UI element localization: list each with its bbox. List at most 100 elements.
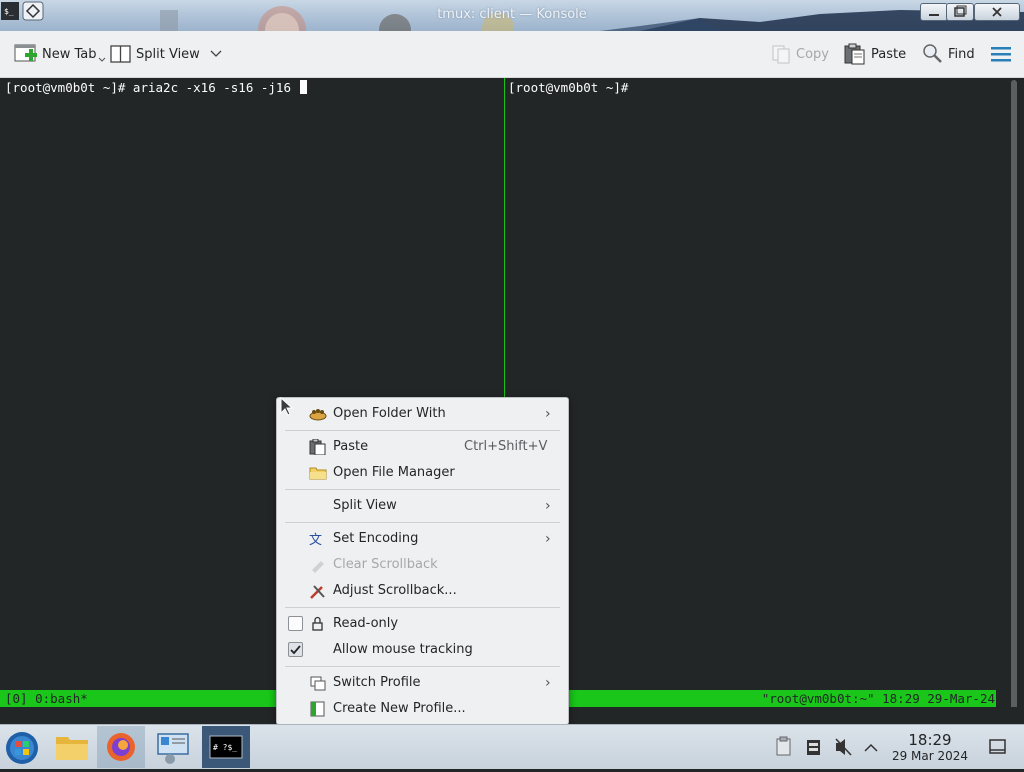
checkmark-icon [290, 645, 301, 655]
chevron-right-icon: › [545, 498, 551, 514]
tray-volume[interactable] [832, 726, 856, 768]
menu-item-allow-mouse-tracking[interactable]: Allow mouse tracking [277, 637, 568, 663]
copy-icon [772, 45, 790, 64]
menu-item-label: Set Encoding [333, 531, 419, 546]
close-button[interactable] [974, 3, 1020, 21]
menu-separator [285, 607, 560, 608]
paste-icon [844, 43, 865, 65]
minimize-button[interactable] [920, 3, 948, 21]
chevron-up-icon [864, 743, 878, 752]
tray-expander[interactable] [860, 726, 884, 768]
chevron-right-icon: › [545, 531, 551, 547]
clock-date: 29 Mar 2024 [891, 749, 969, 763]
split-view-label: Split View [136, 46, 200, 62]
clear-icon [312, 561, 324, 573]
taskbar-konsole[interactable]: # ?$_ [202, 726, 250, 768]
menu-item-clear-scrollback[interactable]: Clear Scrollback [277, 552, 568, 578]
terminal-scrollbar[interactable] [1011, 80, 1017, 716]
split-view-icon [110, 45, 131, 63]
svg-text:文: 文 [309, 533, 322, 547]
mouse-pointer-icon [280, 397, 294, 416]
menu-item-label: Split View [333, 498, 397, 513]
menu-separator [285, 430, 560, 431]
terminal-icon: # ?$_ [209, 735, 243, 759]
show-desktop-button[interactable] [986, 726, 1010, 768]
menu-item-set-encoding[interactable]: 文 Set Encoding › [277, 526, 568, 552]
chevron-right-icon: › [545, 675, 551, 691]
menu-item-label: Open Folder With [333, 406, 446, 421]
terminal-cursor [299, 80, 307, 94]
tray-clipboard[interactable] [772, 726, 796, 768]
lock-icon [312, 616, 323, 631]
chevron-down-icon [210, 50, 222, 57]
menu-separator [285, 666, 560, 667]
taskbar-system-settings[interactable] [150, 726, 198, 768]
folder-icon [56, 737, 88, 760]
find-button[interactable]: Find [922, 31, 975, 77]
menu-item-label: Open File Manager [333, 465, 455, 480]
terminal-right-prompt: [root@vm0b0t ~]# [508, 80, 629, 95]
window-titlebar[interactable]: $_ tmux: client — Konsole [0, 0, 1024, 31]
menu-item-label: Switch Profile [333, 675, 421, 690]
new-profile-icon [310, 701, 325, 717]
start-orb-icon [6, 732, 38, 764]
menu-shortcut: Ctrl+Shift+V [464, 439, 548, 454]
hamburger-menu-button[interactable] [990, 31, 1016, 77]
new-tab-label: New Tab [42, 46, 97, 62]
new-tab-icon [14, 44, 37, 62]
system-settings-icon [157, 733, 189, 764]
paste-button[interactable]: Paste [843, 31, 906, 77]
taskbar-firefox[interactable] [97, 726, 145, 768]
terminal-left-command: [root@vm0b0t ~]# aria2c -x16 -s16 -j16 [5, 80, 299, 95]
terminal-pane-right[interactable]: [root@vm0b0t ~]# [505, 78, 1009, 690]
menu-item-label: Adjust Scrollback... [333, 583, 457, 598]
menu-item-paste[interactable]: Paste Ctrl+Shift+V [277, 434, 568, 460]
context-menu: Open Folder With › Paste Ctrl+Shift+V Op… [276, 397, 569, 725]
clipboard-icon [776, 736, 791, 756]
tools-icon [310, 585, 325, 599]
menu-item-label: Allow mouse tracking [333, 642, 473, 657]
new-tab-button[interactable]: New Tab [14, 31, 110, 77]
menu-item-open-folder-with[interactable]: Open Folder With › [277, 401, 568, 427]
clock-time: 18:29 [908, 731, 952, 749]
menu-item-create-new-profile[interactable]: Create New Profile... [277, 696, 568, 722]
window-title: tmux: client — Konsole [437, 7, 587, 22]
read-only-checkbox[interactable] [288, 616, 303, 631]
maximize-button[interactable] [946, 3, 974, 21]
menu-separator [285, 489, 560, 490]
hamburger-menu-icon [991, 47, 1011, 62]
tray-disk[interactable] [802, 726, 826, 768]
tmux-status-right: "root@vm0b0t:~" 18:29 29-Mar-24 [761, 691, 995, 706]
menu-item-open-file-manager[interactable]: Open File Manager [277, 460, 568, 486]
menu-item-split-view[interactable]: Split View › [277, 493, 568, 519]
menu-item-label: Clear Scrollback [333, 557, 438, 572]
taskbar-file-manager[interactable] [48, 726, 96, 768]
volume-muted-icon [835, 738, 852, 756]
paste-icon [309, 439, 326, 455]
menu-item-label: Read-only [333, 616, 399, 631]
open-with-icon [309, 409, 327, 421]
start-menu-button[interactable] [0, 726, 48, 768]
encoding-icon: 文 [309, 533, 322, 547]
firefox-icon [107, 733, 135, 761]
menu-item-switch-profile[interactable]: Switch Profile › [277, 670, 568, 696]
split-view-button[interactable]: Split View [110, 31, 228, 77]
storage-device-icon [807, 740, 820, 755]
chevron-down-icon [98, 57, 105, 62]
menu-item-adjust-scrollback[interactable]: Adjust Scrollback... [277, 578, 568, 604]
menu-item-read-only[interactable]: Read-only [277, 611, 568, 637]
paste-label: Paste [871, 46, 907, 62]
copy-label: Copy [796, 46, 829, 62]
taskbar-clock[interactable]: 18:29 29 Mar 2024 [882, 732, 978, 764]
menu-item-label: Create New Profile... [333, 701, 466, 716]
folder-icon [309, 467, 327, 480]
menu-separator [285, 522, 560, 523]
mouse-tracking-checkbox[interactable] [288, 642, 303, 657]
copy-button[interactable]: Copy [770, 31, 829, 77]
terminal-icon-text: # ?$_ [213, 743, 237, 752]
find-label: Find [948, 46, 975, 62]
show-desktop-icon [989, 739, 1006, 754]
chevron-right-icon: › [545, 406, 551, 422]
switch-profile-icon [310, 676, 326, 691]
search-icon [923, 44, 942, 63]
